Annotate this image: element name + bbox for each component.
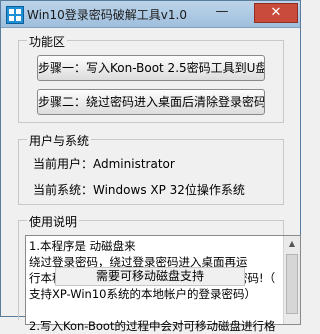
scroll-up-icon[interactable]: ▲ [285, 237, 299, 251]
functions-group: 功能区 步骤一：写入Kon-Boot 2.5密码工具到U盘 步骤二：绕过密码进入… [18, 33, 284, 123]
step1-write-kon-boot-button[interactable]: 步骤一：写入Kon-Boot 2.5密码工具到U盘 [37, 55, 265, 81]
scrollbar-thumb[interactable] [286, 254, 298, 314]
title-bar[interactable]: Win10登录密码破解工具v1.0 — ✕ [1, 1, 300, 28]
overlay-tooltip: 需要可移动磁盘支持 [55, 267, 245, 286]
window-title: Win10登录密码破解工具v1.0 [27, 8, 187, 22]
minimize-button[interactable]: — [209, 3, 235, 23]
functions-group-title: 功能区 [27, 33, 68, 50]
current-system-label: 当前系统：Windows XP 32位操作系统 [33, 183, 245, 197]
step2-clear-password-button[interactable]: 步骤二：绕过密码进入桌面后清除登录密码 [37, 89, 265, 115]
instructions-group-title: 使用说明 [27, 213, 80, 230]
app-icon [6, 6, 24, 24]
close-button[interactable]: ✕ [254, 3, 298, 23]
user-system-group-title: 用户与系统 [27, 132, 92, 149]
app-window: Win10登录密码破解工具v1.0 — ✕ 功能区 步骤一：写入Kon-Boot… [0, 0, 301, 333]
instructions-scrollbar[interactable]: ▲ [283, 236, 300, 324]
current-user-label: 当前用户：Administrator [33, 157, 175, 171]
user-system-group: 用户与系统 当前用户：Administrator 当前系统：Windows XP… [18, 132, 284, 205]
instructions-paragraph-2: 2.写入Kon-Boot的过程中会对可移动磁盘进行格 [29, 319, 276, 333]
